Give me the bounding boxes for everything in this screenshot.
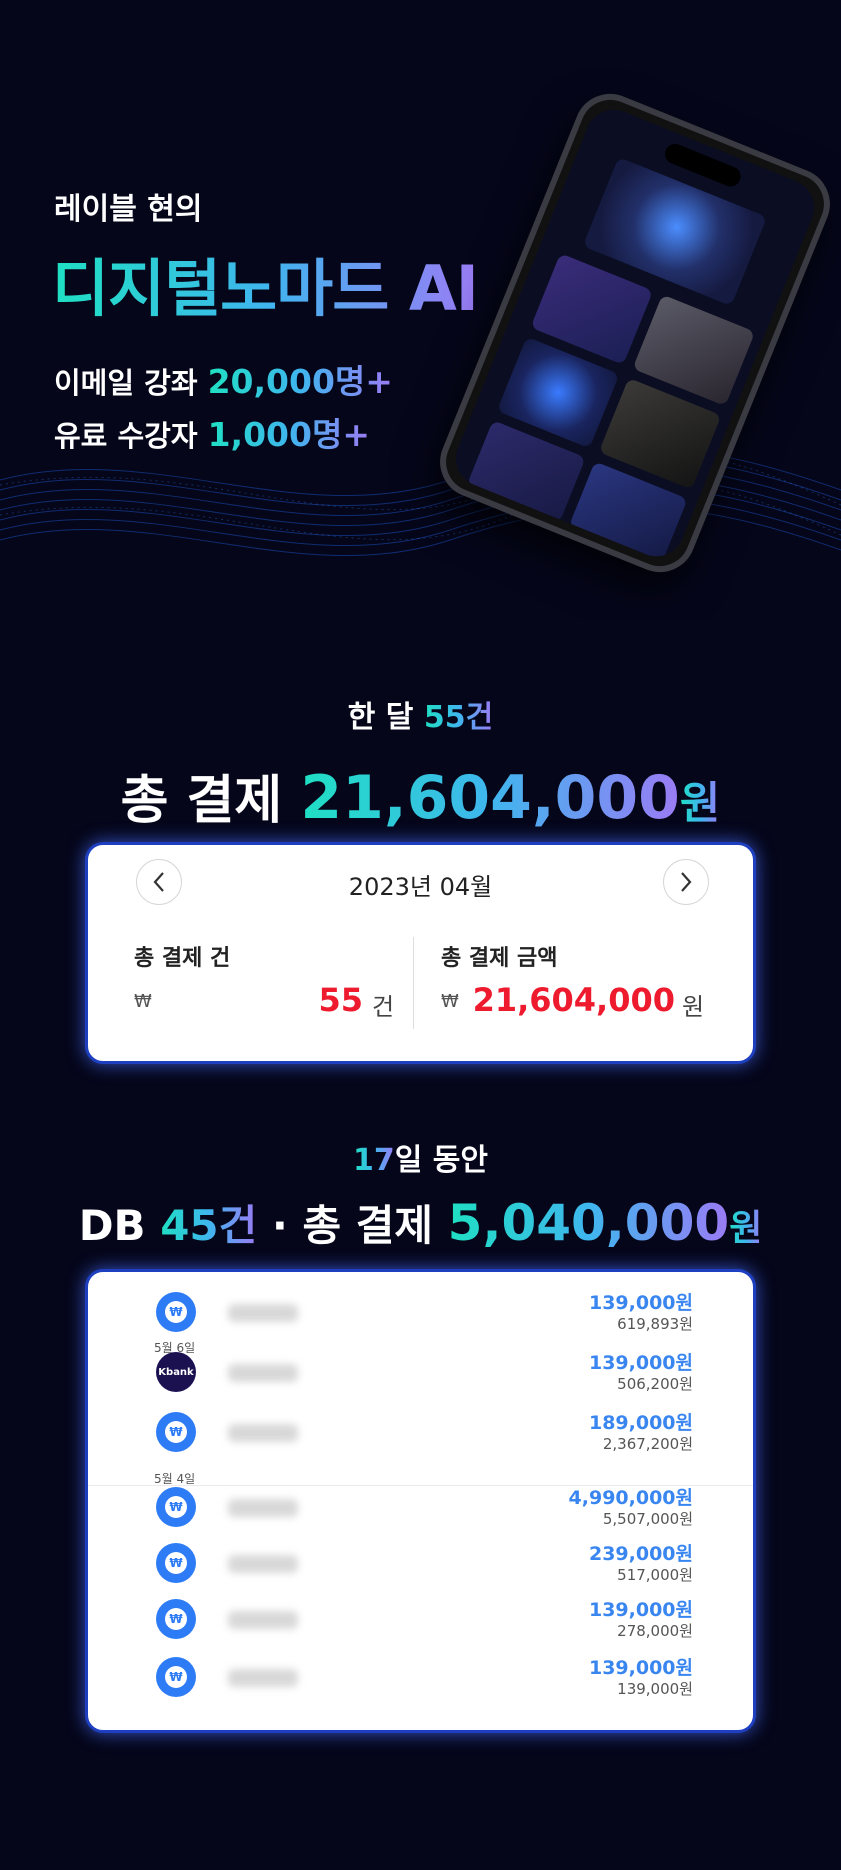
payment-count-value: 55 [318,981,363,1019]
kbank-icon: Kbank [156,1352,196,1392]
payment-count-label: 총 결제 건 [134,946,231,971]
blurred-sender [228,1364,298,1382]
monthly-count-value: 55건 [423,700,494,735]
transaction-amount: 239,000원 [588,1543,693,1565]
db-prefix: DB [78,1201,161,1250]
period-total-heading: DB 45건 · 총 결제 5,040,000원 [0,1192,841,1253]
transaction-amount: 139,000원 [588,1599,693,1621]
stat-divider [413,937,414,1029]
transaction-balance: 2,367,200원 [602,1435,693,1453]
email-course-label: 이메일 강좌 [54,366,208,400]
blurred-sender [228,1611,298,1629]
period-total-value: 5,040,000 [447,1194,730,1252]
blurred-sender [228,1304,298,1322]
transaction-amount: 189,000원 [588,1412,693,1434]
hero-title: 디지털노마드 AI [52,238,479,328]
transaction-balance: 5,507,000원 [602,1510,693,1528]
transaction-amount: 139,000원 [588,1657,693,1679]
transaction-balance: 517,000원 [617,1566,693,1584]
transaction-balance: 139,000원 [617,1680,693,1698]
transaction-list-card: ₩ 139,000원 619,893원 5월 6일 Kbank 139,000원… [85,1269,756,1733]
won-icon: ₩ [134,991,152,1012]
monthly-count-heading: 한 달 55건 [0,692,841,736]
won-icon: ₩ [156,1487,196,1527]
monthly-total-heading: 총 결제 21,604,000원 [0,758,841,833]
transaction-balance: 619,893원 [617,1315,693,1333]
blurred-sender [228,1424,298,1442]
payment-amount-value: 21,604,000 [472,981,675,1019]
next-month-button[interactable] [663,859,709,905]
transaction-amount: 139,000원 [588,1292,693,1314]
period-heading: 17일 동안 [0,1135,841,1179]
transaction-amount: 139,000원 [588,1352,693,1374]
transaction-balance: 278,000원 [617,1622,693,1640]
current-month: 2023년 04월 [348,873,493,901]
paid-student-label: 유료 수강자 [54,419,208,453]
transaction-amount: 4,990,000원 [568,1487,693,1509]
payment-summary-card: 2023년 04월 총 결제 건 ₩ 55 건 총 결제 금액 ₩ 21,604… [85,842,756,1064]
email-course-stat: 이메일 강좌 20,000명+ [54,355,393,403]
won-icon: ₩ [156,1292,196,1332]
db-count-value: 45건 [160,1201,258,1250]
won-icon: ₩ [156,1412,196,1452]
monthly-total-unit: 원 [679,778,721,829]
period-days-suffix: 일 동안 [394,1143,488,1178]
won-icon: ₩ [156,1599,196,1639]
monthly-total-value: 21,604,000 [300,763,680,833]
payment-amount-unit: 원 [682,993,705,1021]
transaction-row[interactable]: ₩ 139,000원 619,893원 [88,1292,753,1342]
monthly-total-label: 총 결제 [120,771,301,831]
paid-student-value: 1,000명+ [207,415,370,454]
hero-subtitle: 레이블 현의 [54,192,203,227]
won-icon: ₩ [156,1543,196,1583]
paid-student-stat: 유료 수강자 1,000명+ [54,408,370,456]
period-days-value: 17 [353,1143,395,1178]
transaction-balance: 506,200원 [617,1375,693,1393]
blurred-sender [228,1499,298,1517]
chevron-right-icon [681,872,692,892]
blurred-sender [228,1669,298,1687]
payment-count-unit: 건 [372,993,395,1021]
transaction-row[interactable]: ₩ 189,000원 2,367,200원 [88,1412,753,1462]
blurred-sender [228,1555,298,1573]
transaction-row[interactable]: ₩ 139,000원 278,000원 [88,1599,753,1649]
transaction-row[interactable]: ₩ 4,990,000원 5,507,000원 [88,1487,753,1537]
period-total-label: · 총 결제 [257,1201,448,1250]
email-course-value: 20,000명+ [207,362,393,401]
transaction-row[interactable]: Kbank 139,000원 506,200원 [88,1352,753,1402]
won-icon: ₩ [441,991,459,1012]
period-total-unit: 원 [729,1208,763,1249]
transaction-row[interactable]: ₩ 239,000원 517,000원 [88,1543,753,1593]
hero-banner: 레이블 현의 디지털노마드 AI 이메일 강좌 20,000명+ 유료 수강자 … [0,0,841,620]
won-icon: ₩ [156,1657,196,1697]
payment-amount-label: 총 결제 금액 [441,946,558,971]
transaction-row[interactable]: ₩ 139,000원 139,000원 [88,1657,753,1707]
monthly-count-prefix: 한 달 [347,700,424,735]
